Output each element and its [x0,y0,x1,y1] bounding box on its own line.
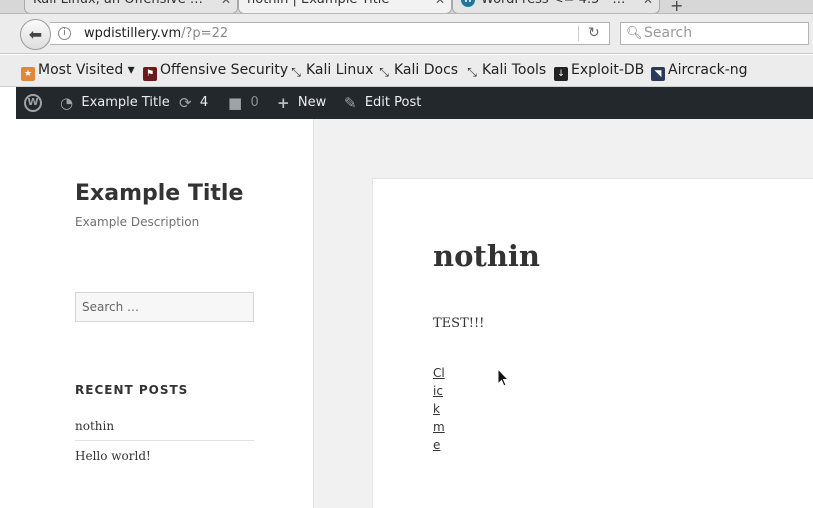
updates-icon: ⟳ [179,94,192,112]
sidebar: Example Title Example Description Search… [16,119,314,508]
search-input[interactable]: 🔍︎ Search [620,22,809,45]
admin-bar-updates[interactable]: ⟳ 4 [179,87,208,119]
back-arrow-icon: ⬅ [28,25,43,44]
bookmark-label: Kali Docs [394,62,459,78]
folder-icon: ★ [21,67,35,81]
post-title: nothin [433,239,541,273]
url-path: /?p=22 [181,26,229,41]
bookmark-most-visited[interactable]: ★ Most Visited ▾ [21,62,135,81]
aircrack-icon: ◥ [651,67,665,81]
tab-strip: Kali Linux, an Offensive S... ✕ nothin |… [0,0,813,14]
url-divider [578,26,579,41]
tab-wordpress[interactable]: W WordPress <= 4.5 - A... ✕ [452,0,660,13]
close-icon[interactable]: ✕ [643,0,653,8]
bookmark-exploit-db[interactable]: ↓ Exploit-DB [554,62,644,81]
exploitdb-icon: ↓ [554,67,568,81]
bookmark-kali-linux[interactable]: ⤡ Kali Linux [289,62,373,79]
admin-bar-new[interactable]: + New [277,87,326,119]
close-icon[interactable]: ✕ [435,0,445,8]
post-body: TEST!!! [433,316,485,331]
new-tab-icon[interactable]: + [670,0,683,13]
kali-icon: ⤡ [467,65,477,79]
bookmarks-toolbar: ★ Most Visited ▾ ⚑ Offensive Security ⤡ Kal… [0,55,813,87]
browser-window: Kali Linux, an Offensive S... ✕ nothin |… [0,0,813,508]
kali-icon: ⤡ [379,65,389,79]
bookmark-label: Kali Linux [306,62,374,78]
kali-icon: ⤡ [291,65,301,79]
post-article: nothin TEST!!! Clickme [372,178,813,508]
comment-icon: ■ [228,94,243,112]
url-text: wpdistillery.vm/?p=22 [84,23,228,44]
bookmark-label: Exploit-DB [571,62,645,78]
mouse-cursor-icon [497,368,509,387]
wordpress-logo-icon[interactable]: W [24,94,42,112]
bookmark-label: Aircrack-ng [668,62,748,78]
bookmark-label: Most Visited ▾ [38,62,135,78]
offsec-icon: ⚑ [143,67,157,81]
dashboard-icon: ◔ [60,94,74,112]
page-content: Example Title Example Description Search… [16,119,813,508]
wp-admin-bar: W ◔ Example Title ⟳ 4 ■ 0 + New ✎ Edit P… [16,87,813,119]
recent-post-link[interactable]: nothin [75,419,254,433]
recent-posts-heading: RECENT POSTS [75,383,189,397]
bookmark-label: Kali Tools [482,62,547,78]
bookmark-kali-docs[interactable]: ⤡ Kali Docs [377,62,458,79]
site-title[interactable]: Example Title [75,181,243,206]
bookmark-label: Offensive Security [160,62,289,78]
wordpress-icon: W [461,0,475,7]
tab-title: Kali Linux, an Offensive S... [33,0,208,8]
tab-kali-linux[interactable]: Kali Linux, an Offensive S... ✕ [24,0,238,13]
plus-icon: + [277,94,290,112]
bookmark-kali-tools[interactable]: ⤡ Kali Tools [465,62,546,79]
site-description: Example Description [75,215,200,229]
tab-nothin[interactable]: nothin | Example Title ✕ [238,0,452,13]
reload-icon[interactable]: ↻ [588,23,600,44]
admin-bar-edit-post[interactable]: ✎ Edit Post [344,87,421,119]
edit-post-label: Edit Post [364,95,422,110]
divider [75,440,254,441]
search-placeholder: Search [644,25,693,41]
updates-count: 4 [199,95,209,110]
admin-bar-site-name[interactable]: ◔ Example Title [60,87,170,119]
back-button[interactable]: ⬅ [20,19,51,50]
clickme-link[interactable]: Clickme [433,364,445,454]
bookmark-offensive-security[interactable]: ⚑ Offensive Security [143,62,288,81]
recent-post-link[interactable]: Hello world! [75,449,254,463]
search-icon: 🔍︎ [626,26,643,41]
navigation-bar: i wpdistillery.vm/?p=22 ↻ ⬅ 🔍︎ Search [0,14,813,54]
tab-title: nothin | Example Title [247,0,389,8]
comments-count: 0 [250,95,259,110]
close-icon[interactable]: ✕ [221,0,231,8]
info-icon[interactable]: i [58,27,71,40]
new-label: New [297,95,327,110]
site-name-label: Example Title [81,95,170,110]
tab-title: WordPress <= 4.5 - A... [481,0,631,8]
admin-bar-comments[interactable]: ■ 0 [228,87,259,119]
sidebar-search-input[interactable]: Search … [75,292,254,322]
pencil-icon: ✎ [344,94,357,112]
bookmark-aircrack-ng[interactable]: ◥ Aircrack-ng [651,62,748,81]
url-bar[interactable]: i wpdistillery.vm/?p=22 ↻ [50,22,610,45]
url-host: wpdistillery.vm [84,26,182,41]
